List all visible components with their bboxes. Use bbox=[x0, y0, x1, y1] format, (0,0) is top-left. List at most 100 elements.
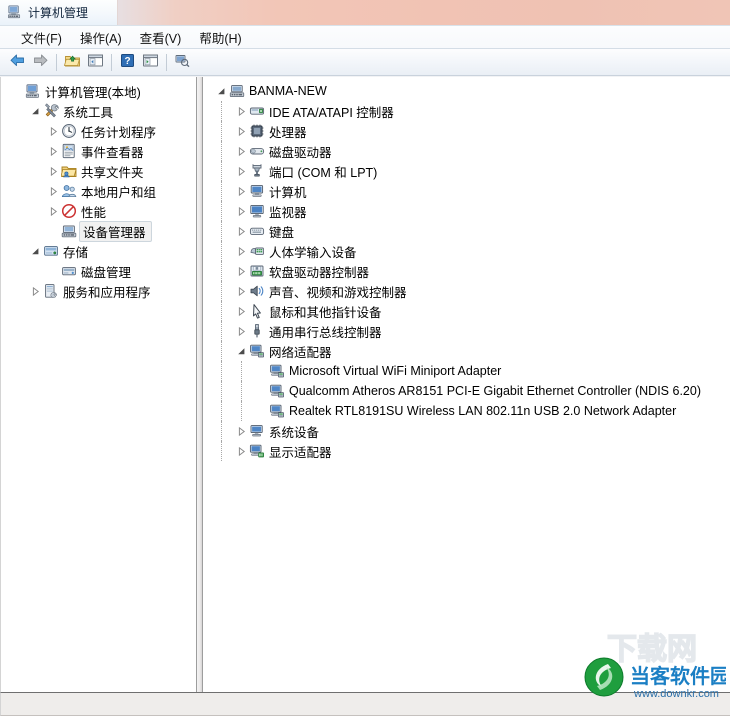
expander-placeholder bbox=[47, 261, 60, 281]
expander-collapsed-icon[interactable] bbox=[235, 441, 248, 461]
tree-connector-line bbox=[221, 441, 222, 461]
task-scheduler-clock-icon bbox=[60, 123, 77, 139]
shared-folders-icon bbox=[60, 163, 77, 179]
device-tree-item-3[interactable]: 磁盘驱动器 bbox=[203, 141, 730, 161]
device-tree-item-7[interactable]: 键盘 bbox=[203, 221, 730, 241]
tree-connector-line bbox=[221, 261, 222, 281]
device-tree-item-2[interactable]: 处理器 bbox=[203, 121, 730, 141]
disk-management-icon bbox=[60, 263, 77, 279]
menu-action[interactable]: 操作(A) bbox=[71, 26, 131, 49]
device-tree-item-12[interactable]: 通用串行总线控制器 bbox=[203, 321, 730, 341]
network-adapter-icon bbox=[268, 383, 285, 399]
console-tree-item-1[interactable]: 系统工具 bbox=[1, 101, 196, 121]
device-tree-item-18[interactable]: 显示适配器 bbox=[203, 441, 730, 461]
usb-controller-icon bbox=[248, 323, 265, 339]
expander-expanded-icon[interactable] bbox=[235, 341, 248, 361]
expander-collapsed-icon[interactable] bbox=[235, 321, 248, 341]
console-tree-item-label: 设备管理器 bbox=[79, 220, 152, 242]
device-tree-item-1[interactable]: IDE ATA/ATAPI 控制器 bbox=[203, 101, 730, 121]
device-tree-item-8[interactable]: 人体学输入设备 bbox=[203, 241, 730, 261]
console-tree-item-0[interactable]: 计算机管理(本地) bbox=[1, 81, 196, 101]
title-bar: 计算机管理 bbox=[0, 0, 730, 25]
device-tree-item-10[interactable]: 声音、视频和游戏控制器 bbox=[203, 281, 730, 301]
console-tree-item-label: 事件查看器 bbox=[81, 145, 144, 160]
device-tree-item-label: 端口 (COM 和 LPT) bbox=[269, 165, 378, 180]
show-hide-console-tree-button[interactable] bbox=[84, 52, 106, 73]
scan-hardware-icon bbox=[174, 53, 191, 71]
tree-connector-line bbox=[241, 381, 242, 401]
expander-collapsed-icon[interactable] bbox=[235, 181, 248, 201]
expander-collapsed-icon[interactable] bbox=[235, 221, 248, 241]
performance-icon bbox=[60, 203, 77, 219]
forward-button[interactable] bbox=[29, 52, 51, 73]
floppy-controller-icon bbox=[248, 263, 265, 279]
console-tree-item-6[interactable]: 性能 bbox=[1, 201, 196, 221]
expander-collapsed-icon[interactable] bbox=[235, 421, 248, 441]
menu-view[interactable]: 查看(V) bbox=[131, 26, 191, 49]
device-tree-item-17[interactable]: 系统设备 bbox=[203, 421, 730, 441]
device-tree-item-16[interactable]: Realtek RTL8191SU Wireless LAN 802.11n U… bbox=[203, 401, 730, 421]
expander-expanded-icon[interactable] bbox=[215, 81, 228, 101]
console-tree-item-4[interactable]: 共享文件夹 bbox=[1, 161, 196, 181]
expander-collapsed-icon[interactable] bbox=[235, 101, 248, 121]
device-tree-item-label: Realtek RTL8191SU Wireless LAN 802.11n U… bbox=[289, 404, 677, 418]
back-arrow-icon bbox=[9, 53, 26, 71]
expander-collapsed-icon[interactable] bbox=[235, 201, 248, 221]
device-tree-item-9[interactable]: 软盘驱动器控制器 bbox=[203, 261, 730, 281]
toolbar-separator-2 bbox=[111, 53, 112, 71]
console-tree-item-3[interactable]: 事件查看器 bbox=[1, 141, 196, 161]
device-tree-item-11[interactable]: 鼠标和其他指针设备 bbox=[203, 301, 730, 321]
expander-collapsed-icon[interactable] bbox=[29, 281, 42, 301]
console-tree-pane[interactable]: 计算机管理(本地) 系统工具 任务计划程序 事件查看器 共享文件夹 本地用户和组… bbox=[0, 77, 197, 692]
device-tree-item-15[interactable]: Qualcomm Atheros AR8151 PCI-E Gigabit Et… bbox=[203, 381, 730, 401]
expander-collapsed-icon[interactable] bbox=[47, 121, 60, 141]
device-tree-item-5[interactable]: 计算机 bbox=[203, 181, 730, 201]
expander-expanded-icon[interactable] bbox=[29, 101, 42, 121]
console-tree-item-5[interactable]: 本地用户和组 bbox=[1, 181, 196, 201]
device-manager-pane[interactable]: BANMA-NEW IDE ATA/ATAPI 控制器 处理器 磁盘驱动器 端口… bbox=[202, 77, 730, 692]
device-tree-item-13[interactable]: 网络适配器 bbox=[203, 341, 730, 361]
scan-hardware-changes-button[interactable] bbox=[171, 52, 193, 73]
action-pane-icon bbox=[142, 53, 159, 71]
mouse-icon bbox=[248, 303, 265, 319]
expander-collapsed-icon[interactable] bbox=[47, 161, 60, 181]
tree-connector-line bbox=[221, 181, 222, 201]
console-tree-item-7[interactable]: 设备管理器 bbox=[1, 220, 196, 242]
menu-help[interactable]: 帮助(H) bbox=[190, 26, 250, 49]
console-tree-item-9[interactable]: 磁盘管理 bbox=[1, 261, 196, 281]
console-tree-item-10[interactable]: 服务和应用程序 bbox=[1, 281, 196, 301]
computer-root-icon bbox=[228, 83, 245, 99]
expander-expanded-icon[interactable] bbox=[29, 241, 42, 261]
tree-connector-line bbox=[221, 381, 222, 401]
expander-collapsed-icon[interactable] bbox=[235, 261, 248, 281]
device-tree-item-4[interactable]: 端口 (COM 和 LPT) bbox=[203, 161, 730, 181]
expander-collapsed-icon[interactable] bbox=[235, 241, 248, 261]
toolbar-separator-1 bbox=[56, 53, 57, 71]
device-tree-item-14[interactable]: Microsoft Virtual WiFi Miniport Adapter bbox=[203, 361, 730, 381]
show-action-pane-button[interactable] bbox=[139, 52, 161, 73]
device-tree-item-6[interactable]: 监视器 bbox=[203, 201, 730, 221]
console-tree-item-label: 服务和应用程序 bbox=[63, 285, 151, 300]
expander-collapsed-icon[interactable] bbox=[235, 141, 248, 161]
window-title-tab[interactable]: 计算机管理 bbox=[0, 0, 118, 25]
console-tree-item-8[interactable]: 存储 bbox=[1, 241, 196, 261]
menu-file[interactable]: 文件(F) bbox=[12, 26, 71, 49]
expander-collapsed-icon[interactable] bbox=[47, 141, 60, 161]
expander-collapsed-icon[interactable] bbox=[235, 281, 248, 301]
console-tree-item-2[interactable]: 任务计划程序 bbox=[1, 121, 196, 141]
help-button[interactable]: ? bbox=[116, 52, 138, 73]
expander-collapsed-icon[interactable] bbox=[235, 301, 248, 321]
expander-collapsed-icon[interactable] bbox=[47, 201, 60, 221]
up-one-level-button[interactable] bbox=[61, 52, 83, 73]
back-button[interactable] bbox=[6, 52, 28, 73]
expander-collapsed-icon[interactable] bbox=[235, 121, 248, 141]
device-tree-item-label: 系统设备 bbox=[269, 425, 320, 440]
expander-collapsed-icon[interactable] bbox=[235, 161, 248, 181]
tree-connector-line bbox=[221, 301, 222, 321]
main-content: 计算机管理(本地) 系统工具 任务计划程序 事件查看器 共享文件夹 本地用户和组… bbox=[0, 76, 730, 692]
device-tree-item-0[interactable]: BANMA-NEW bbox=[203, 81, 730, 101]
expander-collapsed-icon[interactable] bbox=[47, 181, 60, 201]
expander-placeholder bbox=[11, 81, 24, 101]
tree-connector-line bbox=[221, 221, 222, 241]
processor-icon bbox=[248, 123, 265, 139]
